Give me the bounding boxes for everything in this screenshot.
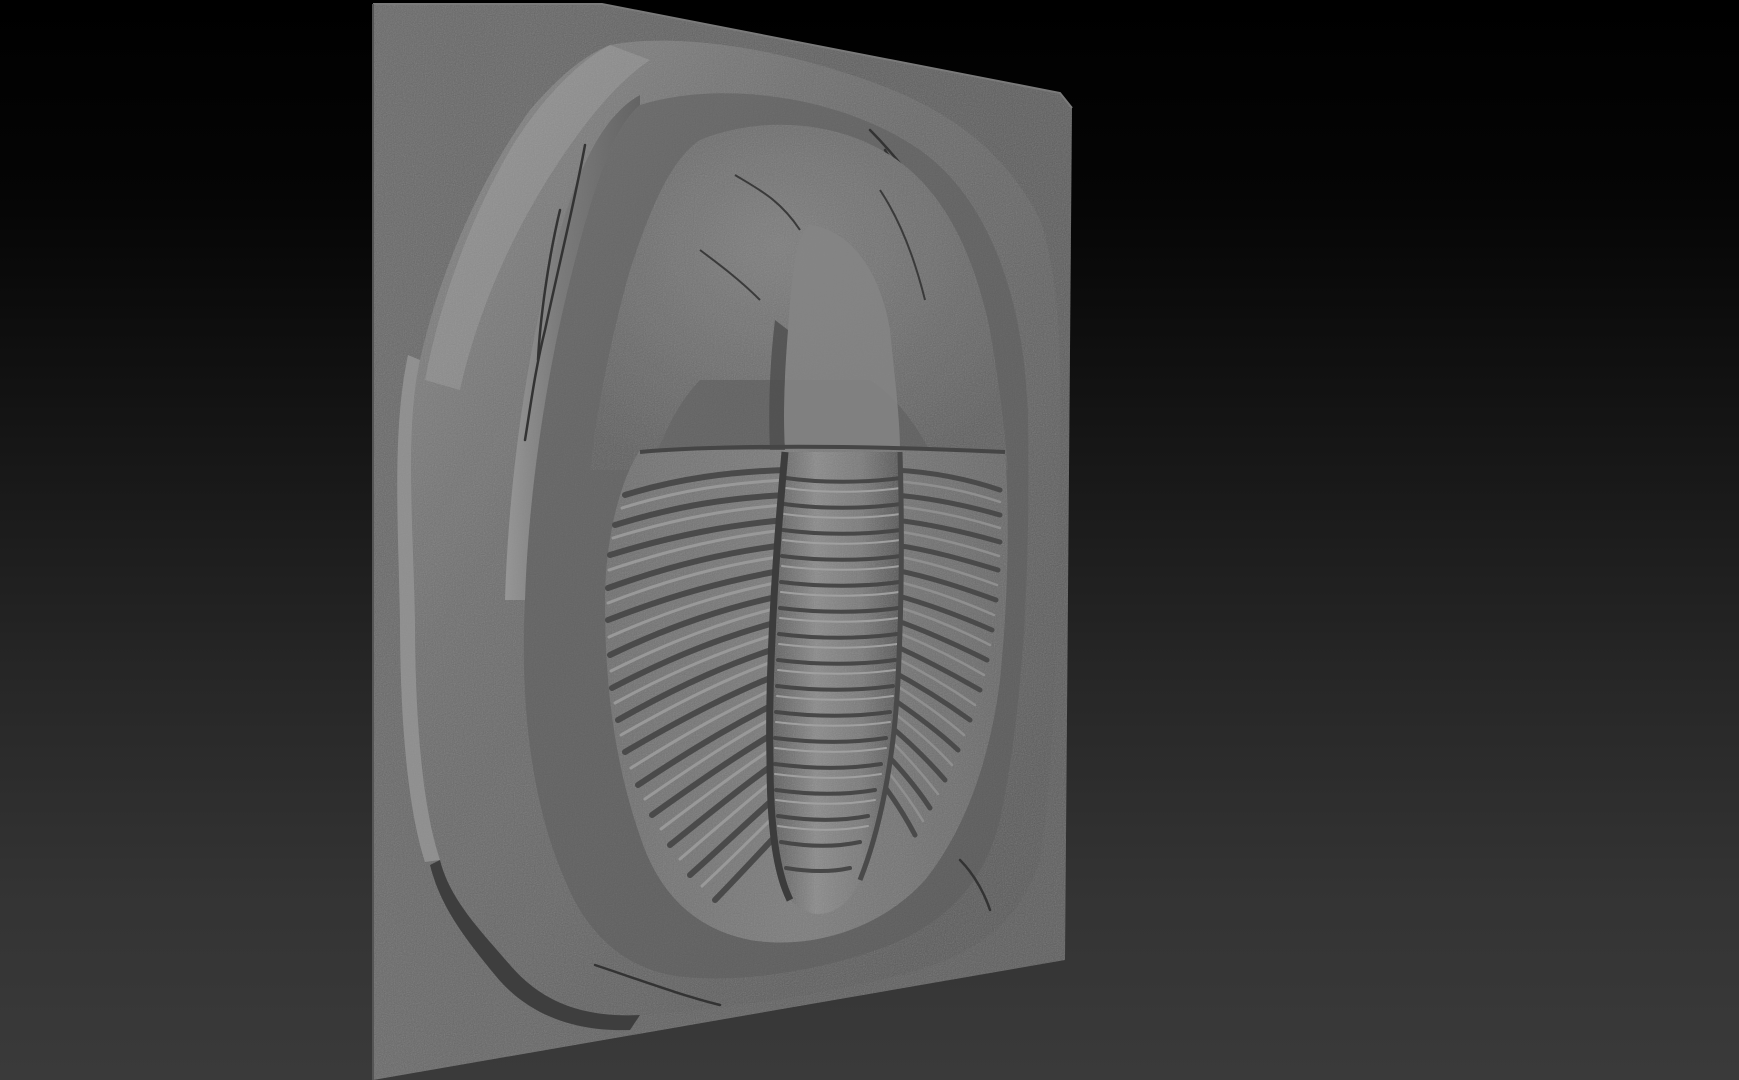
3d-viewport[interactable] <box>0 0 1739 1080</box>
sculpt-canvas[interactable] <box>0 0 1739 1080</box>
